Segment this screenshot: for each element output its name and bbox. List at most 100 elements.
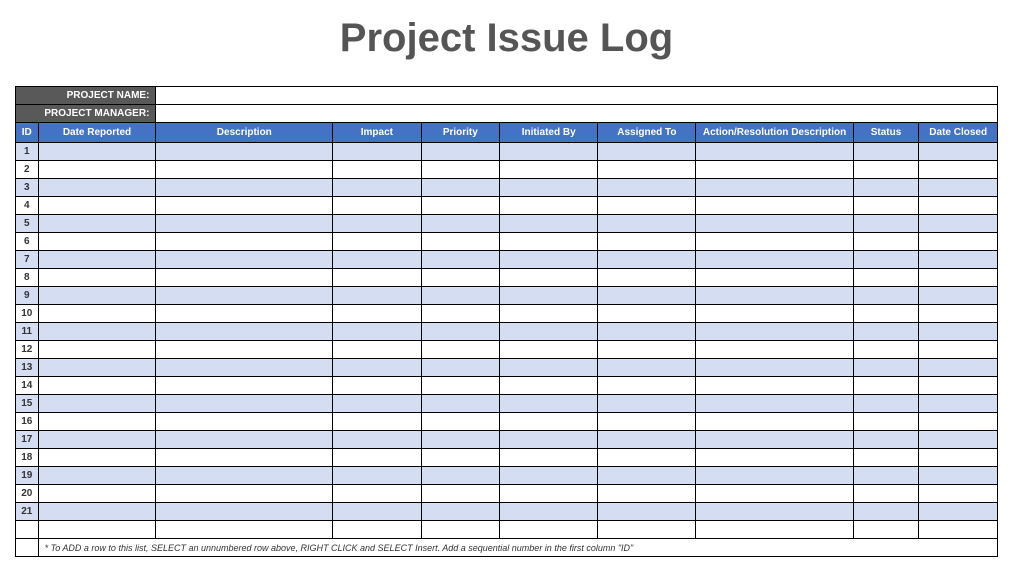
cell-status[interactable] — [853, 467, 919, 485]
cell-action[interactable] — [696, 143, 853, 161]
cell-priority[interactable] — [421, 305, 500, 323]
cell-impact[interactable] — [333, 269, 421, 287]
cell-priority[interactable] — [421, 323, 500, 341]
cell-dateReported[interactable] — [38, 485, 156, 503]
cell-status[interactable] — [853, 197, 919, 215]
cell-status[interactable] — [853, 341, 919, 359]
cell-impact[interactable] — [333, 431, 421, 449]
cell-description[interactable] — [156, 323, 333, 341]
cell-status[interactable] — [853, 359, 919, 377]
cell-initiatedBy[interactable] — [500, 359, 598, 377]
cell-dateClosed[interactable] — [919, 395, 998, 413]
cell-dateReported[interactable] — [38, 395, 156, 413]
cell-action[interactable] — [696, 287, 853, 305]
cell-impact[interactable] — [333, 503, 421, 521]
cell-priority[interactable] — [421, 179, 500, 197]
cell-priority[interactable] — [421, 413, 500, 431]
cell-action[interactable] — [696, 341, 853, 359]
cell-description[interactable] — [156, 143, 333, 161]
cell-initiatedBy[interactable] — [500, 197, 598, 215]
cell-initiatedBy[interactable] — [500, 161, 598, 179]
cell-dateClosed[interactable] — [919, 197, 998, 215]
cell-action[interactable] — [696, 305, 853, 323]
cell-description[interactable] — [156, 161, 333, 179]
cell-assignedTo[interactable] — [598, 395, 696, 413]
cell-description[interactable] — [156, 377, 333, 395]
cell-dateClosed[interactable] — [919, 341, 998, 359]
cell-priority[interactable] — [421, 485, 500, 503]
cell-action[interactable] — [696, 179, 853, 197]
cell-dateReported[interactable] — [38, 233, 156, 251]
cell-dateReported[interactable] — [38, 179, 156, 197]
cell-priority[interactable] — [421, 269, 500, 287]
cell-initiatedBy[interactable] — [500, 395, 598, 413]
cell-dateReported[interactable] — [38, 341, 156, 359]
cell-impact[interactable] — [333, 143, 421, 161]
cell-assignedTo[interactable] — [598, 143, 696, 161]
cell-priority[interactable] — [421, 251, 500, 269]
cell-dateClosed[interactable] — [919, 161, 998, 179]
cell-initiatedBy[interactable] — [500, 377, 598, 395]
cell-dateClosed[interactable] — [919, 413, 998, 431]
cell-impact[interactable] — [333, 413, 421, 431]
cell-dateClosed[interactable] — [919, 287, 998, 305]
cell-action[interactable] — [696, 269, 853, 287]
cell-assignedTo[interactable] — [598, 485, 696, 503]
cell-assignedTo[interactable] — [598, 341, 696, 359]
cell-action[interactable] — [696, 233, 853, 251]
cell-impact[interactable] — [333, 233, 421, 251]
cell-action[interactable] — [696, 395, 853, 413]
cell-dateReported[interactable] — [38, 467, 156, 485]
cell-dateClosed[interactable] — [919, 251, 998, 269]
cell-assignedTo[interactable] — [598, 503, 696, 521]
cell-dateClosed[interactable] — [919, 359, 998, 377]
cell-initiatedBy[interactable] — [500, 323, 598, 341]
cell-description[interactable] — [156, 233, 333, 251]
cell-assignedTo[interactable] — [598, 269, 696, 287]
cell-initiatedBy[interactable] — [500, 251, 598, 269]
cell-description[interactable] — [156, 449, 333, 467]
cell-impact[interactable] — [333, 215, 421, 233]
blank-cell[interactable] — [696, 521, 853, 539]
cell-initiatedBy[interactable] — [500, 143, 598, 161]
cell-initiatedBy[interactable] — [500, 269, 598, 287]
cell-dateReported[interactable] — [38, 197, 156, 215]
cell-priority[interactable] — [421, 215, 500, 233]
cell-impact[interactable] — [333, 377, 421, 395]
cell-dateClosed[interactable] — [919, 233, 998, 251]
cell-action[interactable] — [696, 449, 853, 467]
cell-initiatedBy[interactable] — [500, 233, 598, 251]
blank-cell[interactable] — [333, 521, 421, 539]
cell-action[interactable] — [696, 251, 853, 269]
cell-description[interactable] — [156, 341, 333, 359]
cell-dateClosed[interactable] — [919, 503, 998, 521]
cell-impact[interactable] — [333, 395, 421, 413]
cell-priority[interactable] — [421, 377, 500, 395]
blank-cell[interactable] — [16, 521, 39, 539]
blank-cell[interactable] — [421, 521, 500, 539]
cell-assignedTo[interactable] — [598, 323, 696, 341]
cell-status[interactable] — [853, 485, 919, 503]
cell-description[interactable] — [156, 359, 333, 377]
cell-initiatedBy[interactable] — [500, 341, 598, 359]
cell-status[interactable] — [853, 161, 919, 179]
cell-status[interactable] — [853, 179, 919, 197]
cell-assignedTo[interactable] — [598, 179, 696, 197]
cell-initiatedBy[interactable] — [500, 413, 598, 431]
cell-assignedTo[interactable] — [598, 161, 696, 179]
cell-priority[interactable] — [421, 359, 500, 377]
cell-dateReported[interactable] — [38, 323, 156, 341]
cell-assignedTo[interactable] — [598, 305, 696, 323]
cell-dateClosed[interactable] — [919, 143, 998, 161]
cell-dateClosed[interactable] — [919, 179, 998, 197]
cell-dateReported[interactable] — [38, 359, 156, 377]
cell-assignedTo[interactable] — [598, 215, 696, 233]
cell-description[interactable] — [156, 431, 333, 449]
cell-description[interactable] — [156, 395, 333, 413]
cell-dateReported[interactable] — [38, 161, 156, 179]
cell-impact[interactable] — [333, 485, 421, 503]
cell-action[interactable] — [696, 161, 853, 179]
cell-priority[interactable] — [421, 143, 500, 161]
project-name-value[interactable] — [156, 87, 998, 105]
cell-dateClosed[interactable] — [919, 305, 998, 323]
